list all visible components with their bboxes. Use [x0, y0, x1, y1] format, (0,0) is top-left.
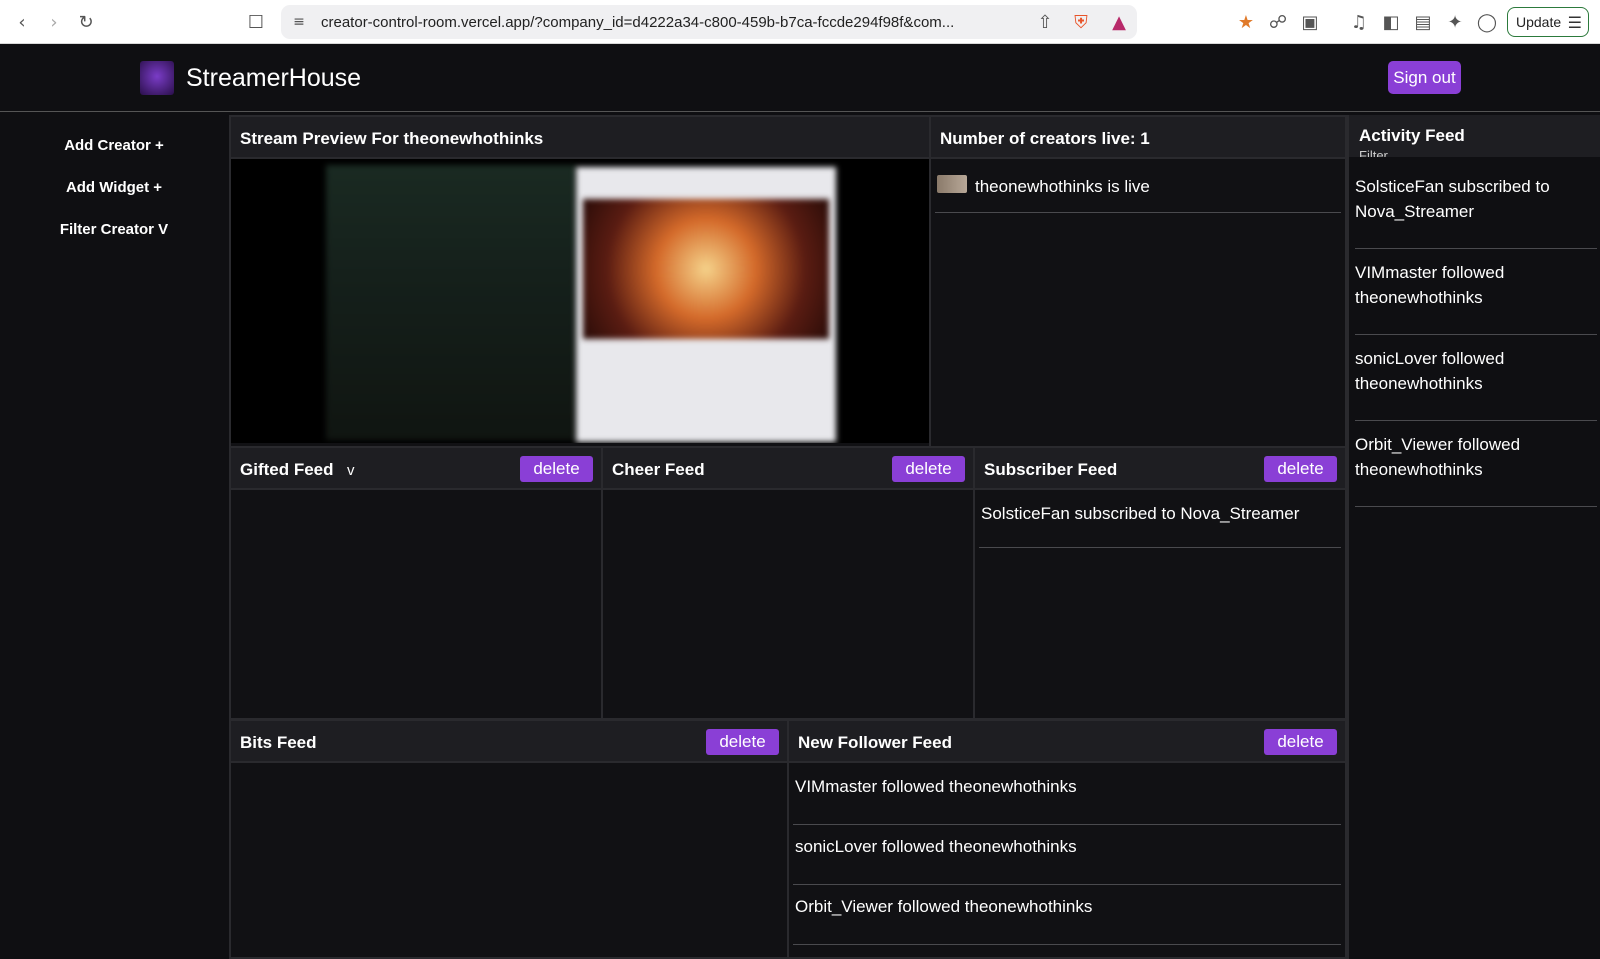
extensions-icon[interactable]: ☍	[1266, 10, 1290, 34]
stream-preview-title: Stream Preview For theonewhothinks	[240, 129, 544, 148]
menu-icon[interactable]: ☰	[1568, 13, 1582, 33]
panel-header: Subscriber Feed delete	[975, 448, 1345, 490]
cheer-feed-title: Cheer Feed	[612, 460, 705, 479]
activity-line: Nova_Streamer	[1355, 202, 1475, 221]
live-creator-text: theonewhothinks is live	[975, 177, 1150, 196]
logo	[140, 61, 174, 95]
share-icon[interactable]: ⇧	[1033, 10, 1057, 34]
activity-feed-panel: Activity Feed Filter SolsticeFan subscri…	[1347, 115, 1600, 959]
list-item: VIMmaster followed theonewhothinks	[1355, 249, 1597, 335]
list-item: sonicLover followed theonewhothinks	[1355, 335, 1597, 421]
brand-title: StreamerHouse	[186, 64, 362, 92]
avatar	[937, 175, 967, 193]
list-item: SolsticeFan subscribed to Nova_Streamer	[1355, 163, 1597, 249]
follower-delete-button[interactable]: delete	[1264, 729, 1337, 755]
panel-header: Bits Feed delete	[231, 721, 787, 763]
subscriber-delete-button[interactable]: delete	[1264, 456, 1337, 482]
creators-live-panel: Number of creators live: 1 theonewhothin…	[929, 115, 1347, 448]
creators-live-title: Number of creators live: 1	[940, 129, 1150, 148]
brave-rewards-icon[interactable]: ▲	[1107, 10, 1131, 34]
activity-line: theonewhothinks	[1355, 374, 1483, 393]
media-icon[interactable]: ♫	[1347, 10, 1371, 34]
site-settings-icon[interactable]: ≡	[287, 10, 311, 34]
bits-delete-button[interactable]: delete	[706, 729, 779, 755]
cheer-delete-button[interactable]: delete	[892, 456, 965, 482]
bookmark-icon[interactable]: ☐	[244, 10, 268, 34]
panel-header: New Follower Feed delete	[789, 721, 1345, 763]
gifted-feed-toggle[interactable]: v	[347, 462, 355, 479]
list-item: Orbit_Viewer followed theonewhothinks	[1355, 421, 1597, 507]
sidebar: Add Creator + Add Widget + Filter Creato…	[0, 113, 228, 959]
leo-icon[interactable]: ✦	[1443, 10, 1467, 34]
activity-line: sonicLover followed	[1355, 349, 1505, 368]
list-item: Orbit_Viewer followed theonewhothinks	[793, 885, 1341, 945]
activity-line: VIMmaster followed	[1355, 263, 1505, 282]
brave-shield-icon[interactable]: ⛨	[1069, 10, 1093, 34]
bits-feed-title: Bits Feed	[240, 733, 317, 752]
reload-icon[interactable]: ↻	[74, 10, 98, 34]
gifted-feed-panel: Gifted Feed v delete	[229, 446, 603, 720]
panel-header: Stream Preview For theonewhothinks	[231, 117, 930, 159]
reader-icon[interactable]: ▣	[1298, 10, 1322, 34]
url-text: creator-control-room.vercel.app/?company…	[321, 14, 955, 31]
panel-header: Cheer Feed delete	[603, 448, 973, 490]
browser-toolbar: ‹ › ↻ ☐ ≡ creator-control-room.vercel.ap…	[0, 0, 1600, 44]
add-widget-button[interactable]: Add Widget +	[0, 179, 228, 196]
panel-header: Activity Feed Filter	[1349, 115, 1600, 157]
activity-line: theonewhothinks	[1355, 288, 1483, 307]
activity-feed-title: Activity Feed	[1359, 126, 1465, 145]
activity-line: Orbit_Viewer followed	[1355, 435, 1521, 454]
update-button[interactable]: Update ☰	[1507, 7, 1589, 37]
sign-out-button[interactable]: Sign out	[1388, 61, 1461, 94]
subscriber-feed-panel: Subscriber Feed delete SolsticeFan subsc…	[973, 446, 1347, 720]
list-item: sonicLover followed theonewhothinks	[793, 825, 1341, 885]
vpn-icon[interactable]: ◯	[1475, 10, 1499, 34]
activity-line: theonewhothinks	[1355, 460, 1483, 479]
panel-header: Number of creators live: 1	[931, 117, 1345, 159]
sidebar-icon[interactable]: ◧	[1379, 10, 1403, 34]
list-item: SolsticeFan subscribed to Nova_Streamer	[979, 492, 1341, 548]
cheer-feed-panel: Cheer Feed delete	[601, 446, 975, 720]
metamask-icon[interactable]: ★	[1234, 10, 1258, 34]
gifted-delete-button[interactable]: delete	[520, 456, 593, 482]
activity-line: SolsticeFan subscribed to	[1355, 177, 1550, 196]
forward-icon[interactable]: ›	[42, 10, 66, 34]
wallet-icon[interactable]: ▤	[1411, 10, 1435, 34]
update-label: Update	[1516, 14, 1562, 30]
activity-filter-label[interactable]: Filter	[1359, 148, 1388, 157]
new-follower-feed-title: New Follower Feed	[798, 733, 952, 752]
panel-header: Gifted Feed v delete	[231, 448, 601, 490]
gifted-feed-title: Gifted Feed	[240, 460, 334, 479]
stream-frame-editor	[326, 165, 576, 440]
address-bar[interactable]: ≡ creator-control-room.vercel.app/?compa…	[281, 5, 1137, 39]
live-creator-row[interactable]: theonewhothinks is live	[935, 161, 1341, 213]
subscriber-feed-title: Subscriber Feed	[984, 460, 1118, 479]
new-follower-feed-panel: New Follower Feed delete VIMmaster follo…	[787, 719, 1347, 959]
stream-video[interactable]	[231, 159, 930, 443]
list-item: VIMmaster followed theonewhothinks	[793, 765, 1341, 825]
bits-feed-panel: Bits Feed delete	[229, 719, 789, 959]
filter-creator-button[interactable]: Filter Creator V	[0, 221, 228, 238]
stream-preview-panel: Stream Preview For theonewhothinks	[229, 115, 932, 448]
stream-frame-image	[583, 199, 829, 339]
add-creator-button[interactable]: Add Creator +	[0, 137, 228, 154]
back-icon[interactable]: ‹	[10, 10, 34, 34]
app-header: StreamerHouse Sign out	[0, 45, 1600, 112]
